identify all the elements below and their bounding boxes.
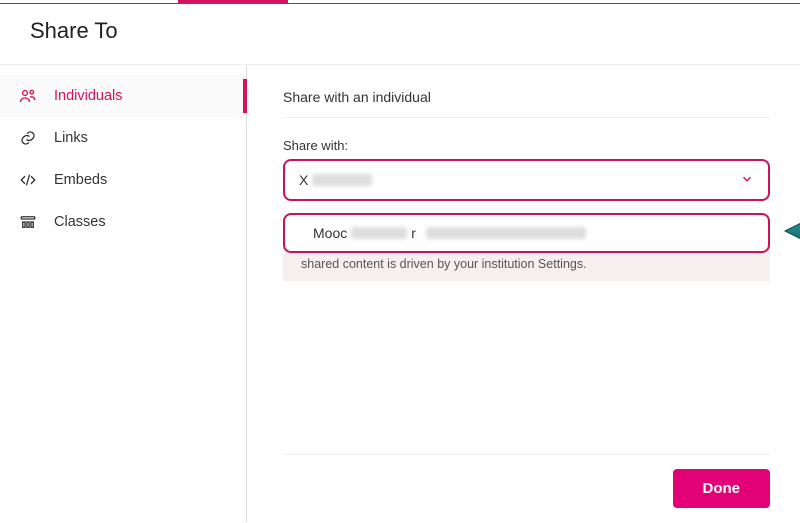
page-title: Share To xyxy=(30,18,770,44)
sidebar-item-label: Links xyxy=(54,130,88,146)
share-with-label: Share with: xyxy=(283,138,770,153)
option-mid: r xyxy=(411,225,416,241)
sidebar-item-individuals[interactable]: Individuals xyxy=(0,75,246,117)
people-icon xyxy=(18,86,38,106)
sidebar-item-label: Embeds xyxy=(54,172,107,188)
sidebar-item-label: Classes xyxy=(54,214,106,230)
code-icon xyxy=(18,170,38,190)
dialog-footer: Done xyxy=(283,454,770,522)
main-panel: Share with an individual Share with: X M… xyxy=(247,65,800,522)
done-button[interactable]: Done xyxy=(673,469,771,508)
note-text: shared content is driven by your institu… xyxy=(301,257,587,271)
sidebar-item-embeds[interactable]: Embeds xyxy=(0,159,246,201)
sidebar-item-classes[interactable]: Classes xyxy=(0,201,246,243)
section-title: Share with an individual xyxy=(283,89,770,118)
sidebar-item-label: Individuals xyxy=(54,88,123,104)
redacted-text xyxy=(426,227,586,239)
option-prefix: Mooc xyxy=(313,225,347,241)
combo-value-prefix: X xyxy=(299,172,308,188)
link-icon xyxy=(18,128,38,148)
sidebar-item-links[interactable]: Links xyxy=(0,117,246,159)
dialog-header: Share To xyxy=(0,4,800,65)
dialog-body: Individuals Links Embeds xyxy=(0,65,800,522)
share-with-option[interactable]: Mooc r xyxy=(283,213,770,253)
spacer xyxy=(283,281,770,454)
topbar-accent xyxy=(0,0,800,4)
share-with-combobox[interactable]: X xyxy=(283,159,770,201)
classes-icon xyxy=(18,212,38,232)
combo-value: X xyxy=(299,172,372,188)
redacted-text xyxy=(312,174,372,186)
annotation-arrow xyxy=(777,201,800,266)
redacted-text xyxy=(351,227,407,239)
chevron-down-icon xyxy=(740,172,754,189)
share-sidebar: Individuals Links Embeds xyxy=(0,65,247,522)
